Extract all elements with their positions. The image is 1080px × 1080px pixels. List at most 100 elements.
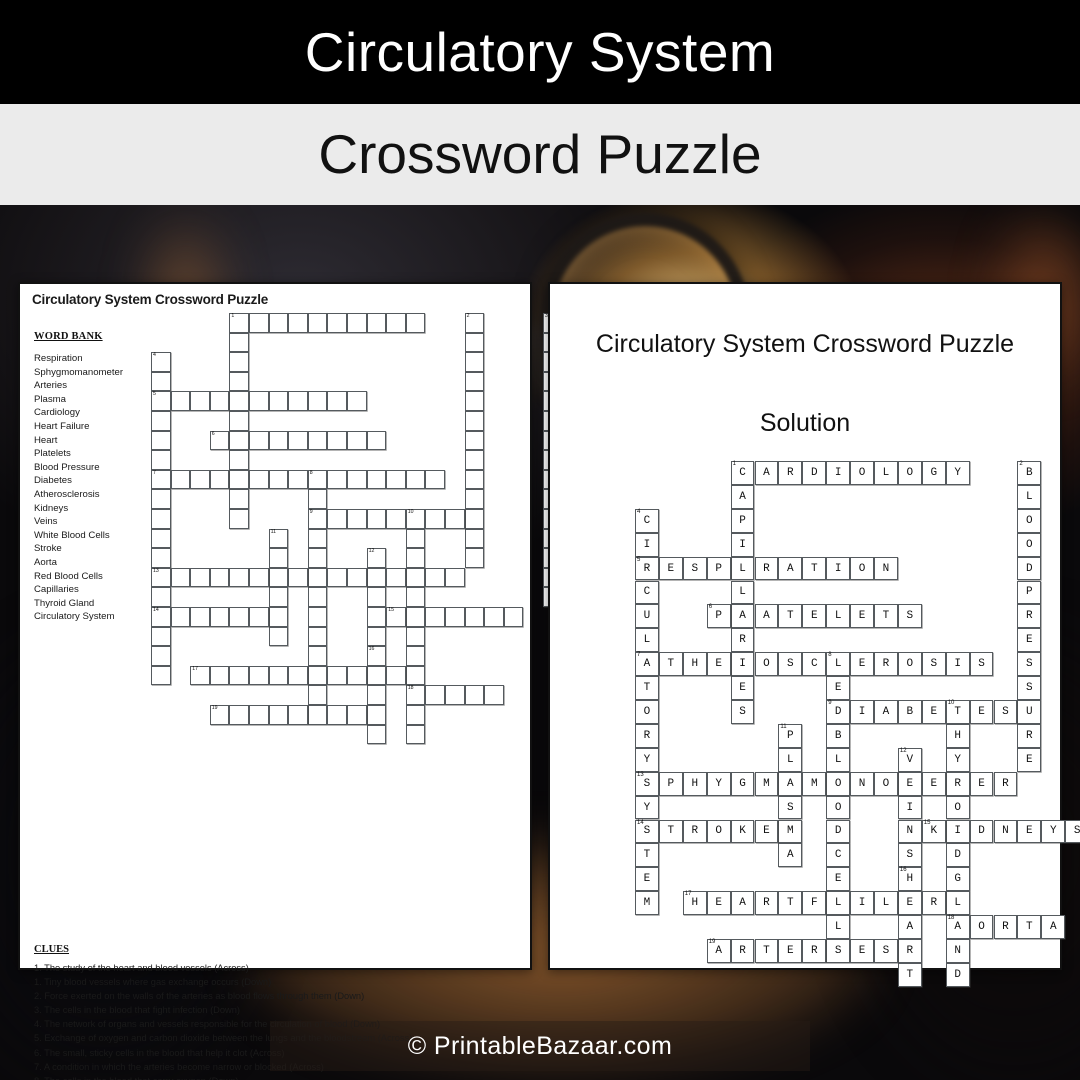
puzzle-cell[interactable] bbox=[307, 587, 328, 607]
puzzle-cell[interactable] bbox=[268, 548, 289, 568]
puzzle-cell[interactable] bbox=[327, 391, 347, 411]
puzzle-cell[interactable] bbox=[405, 607, 426, 627]
puzzle-cell[interactable] bbox=[464, 509, 485, 529]
puzzle-cell[interactable] bbox=[464, 371, 485, 392]
puzzle-cell[interactable]: 6 bbox=[209, 430, 230, 451]
puzzle-cell[interactable] bbox=[425, 509, 445, 529]
puzzle-cell[interactable] bbox=[151, 509, 171, 529]
puzzle-cell[interactable]: 15 bbox=[386, 607, 406, 627]
puzzle-cell[interactable] bbox=[229, 371, 249, 392]
puzzle-cell[interactable]: 4 bbox=[151, 352, 171, 372]
puzzle-cell[interactable]: 9 bbox=[307, 509, 328, 529]
puzzle-cell[interactable] bbox=[268, 430, 289, 451]
puzzle-cell[interactable] bbox=[229, 509, 249, 529]
puzzle-cell[interactable] bbox=[307, 567, 328, 588]
puzzle-cell[interactable] bbox=[307, 665, 328, 686]
puzzle-cell[interactable]: 10 bbox=[405, 509, 426, 529]
puzzle-cell[interactable]: 18 bbox=[405, 685, 426, 705]
puzzle-cell[interactable] bbox=[307, 607, 328, 627]
puzzle-cell[interactable] bbox=[307, 626, 328, 647]
puzzle-cell[interactable] bbox=[347, 430, 367, 451]
puzzle-cell[interactable] bbox=[347, 509, 367, 529]
puzzle-cell[interactable]: 7 bbox=[151, 469, 171, 490]
puzzle-cell[interactable] bbox=[151, 548, 171, 568]
puzzle-cell[interactable] bbox=[405, 665, 426, 686]
puzzle-cell[interactable] bbox=[307, 489, 328, 509]
puzzle-cell[interactable] bbox=[151, 587, 171, 607]
puzzle-cell[interactable]: 16 bbox=[366, 646, 387, 666]
puzzle-cell[interactable] bbox=[249, 567, 269, 588]
puzzle-cell[interactable] bbox=[464, 528, 485, 549]
puzzle-cell[interactable] bbox=[366, 430, 387, 451]
puzzle-cell[interactable] bbox=[190, 391, 210, 411]
puzzle-cell[interactable] bbox=[209, 567, 230, 588]
puzzle-cell[interactable] bbox=[151, 626, 171, 647]
puzzle-cell[interactable] bbox=[249, 665, 269, 686]
puzzle-cell[interactable]: 19 bbox=[209, 705, 230, 725]
puzzle-cell[interactable] bbox=[464, 391, 485, 411]
puzzle-cell[interactable] bbox=[464, 469, 485, 490]
puzzle-cell[interactable] bbox=[386, 567, 406, 588]
puzzle-cell[interactable] bbox=[386, 313, 406, 333]
puzzle-cell[interactable] bbox=[366, 705, 387, 725]
puzzle-cell[interactable] bbox=[229, 607, 249, 627]
puzzle-cell[interactable] bbox=[307, 548, 328, 568]
puzzle-cell[interactable] bbox=[464, 332, 485, 353]
puzzle-cell[interactable]: 2 bbox=[464, 313, 485, 333]
puzzle-cell[interactable] bbox=[405, 548, 426, 568]
puzzle-cell[interactable] bbox=[249, 430, 269, 451]
puzzle-cell[interactable] bbox=[405, 646, 426, 666]
puzzle-cell[interactable] bbox=[327, 430, 347, 451]
puzzle-cell[interactable] bbox=[268, 567, 289, 588]
puzzle-cell[interactable] bbox=[249, 391, 269, 411]
puzzle-cell[interactable] bbox=[307, 528, 328, 549]
puzzle-cell[interactable] bbox=[347, 567, 367, 588]
puzzle-cell[interactable] bbox=[464, 489, 485, 509]
puzzle-cell[interactable] bbox=[405, 313, 426, 333]
puzzle-cell[interactable] bbox=[268, 587, 289, 607]
puzzle-cell[interactable] bbox=[405, 587, 426, 607]
puzzle-cell[interactable] bbox=[464, 430, 485, 451]
puzzle-cell[interactable] bbox=[249, 313, 269, 333]
puzzle-cell[interactable] bbox=[249, 469, 269, 490]
puzzle-cell[interactable] bbox=[445, 567, 465, 588]
puzzle-cell[interactable] bbox=[327, 567, 347, 588]
puzzle-cell[interactable] bbox=[229, 567, 249, 588]
puzzle-cell[interactable] bbox=[405, 567, 426, 588]
puzzle-cell[interactable] bbox=[151, 665, 171, 686]
puzzle-cell[interactable] bbox=[464, 607, 485, 627]
puzzle-cell[interactable] bbox=[347, 665, 367, 686]
puzzle-cell[interactable] bbox=[307, 685, 328, 705]
puzzle-cell[interactable] bbox=[190, 567, 210, 588]
puzzle-cell[interactable] bbox=[229, 430, 249, 451]
puzzle-cell[interactable] bbox=[229, 391, 249, 411]
puzzle-cell[interactable] bbox=[288, 567, 308, 588]
puzzle-cell[interactable] bbox=[425, 607, 445, 627]
puzzle-cell[interactable] bbox=[249, 705, 269, 725]
puzzle-cell[interactable] bbox=[170, 469, 191, 490]
puzzle-cell[interactable]: 13 bbox=[151, 567, 171, 588]
puzzle-cell[interactable] bbox=[268, 607, 289, 627]
puzzle-cell[interactable] bbox=[268, 665, 289, 686]
puzzle-cell[interactable] bbox=[445, 685, 465, 705]
puzzle-cell[interactable] bbox=[386, 469, 406, 490]
puzzle-cell[interactable] bbox=[288, 469, 308, 490]
puzzle-cell[interactable] bbox=[170, 391, 191, 411]
puzzle-cell[interactable] bbox=[366, 607, 387, 627]
puzzle-cell[interactable] bbox=[327, 469, 347, 490]
puzzle-cell[interactable] bbox=[386, 665, 406, 686]
puzzle-cell[interactable] bbox=[151, 528, 171, 549]
puzzle-cell[interactable] bbox=[229, 352, 249, 372]
puzzle-cell[interactable] bbox=[347, 391, 367, 411]
puzzle-cell[interactable] bbox=[366, 567, 387, 588]
puzzle-cell[interactable] bbox=[366, 469, 387, 490]
puzzle-cell[interactable] bbox=[229, 489, 249, 509]
puzzle-cell[interactable] bbox=[307, 705, 328, 725]
puzzle-cell[interactable] bbox=[425, 469, 445, 490]
puzzle-cell[interactable] bbox=[366, 587, 387, 607]
puzzle-cell[interactable] bbox=[268, 313, 289, 333]
puzzle-cell[interactable] bbox=[151, 646, 171, 666]
puzzle-cell[interactable] bbox=[425, 567, 445, 588]
puzzle-cell[interactable] bbox=[307, 430, 328, 451]
puzzle-cell[interactable]: 5 bbox=[151, 391, 171, 411]
